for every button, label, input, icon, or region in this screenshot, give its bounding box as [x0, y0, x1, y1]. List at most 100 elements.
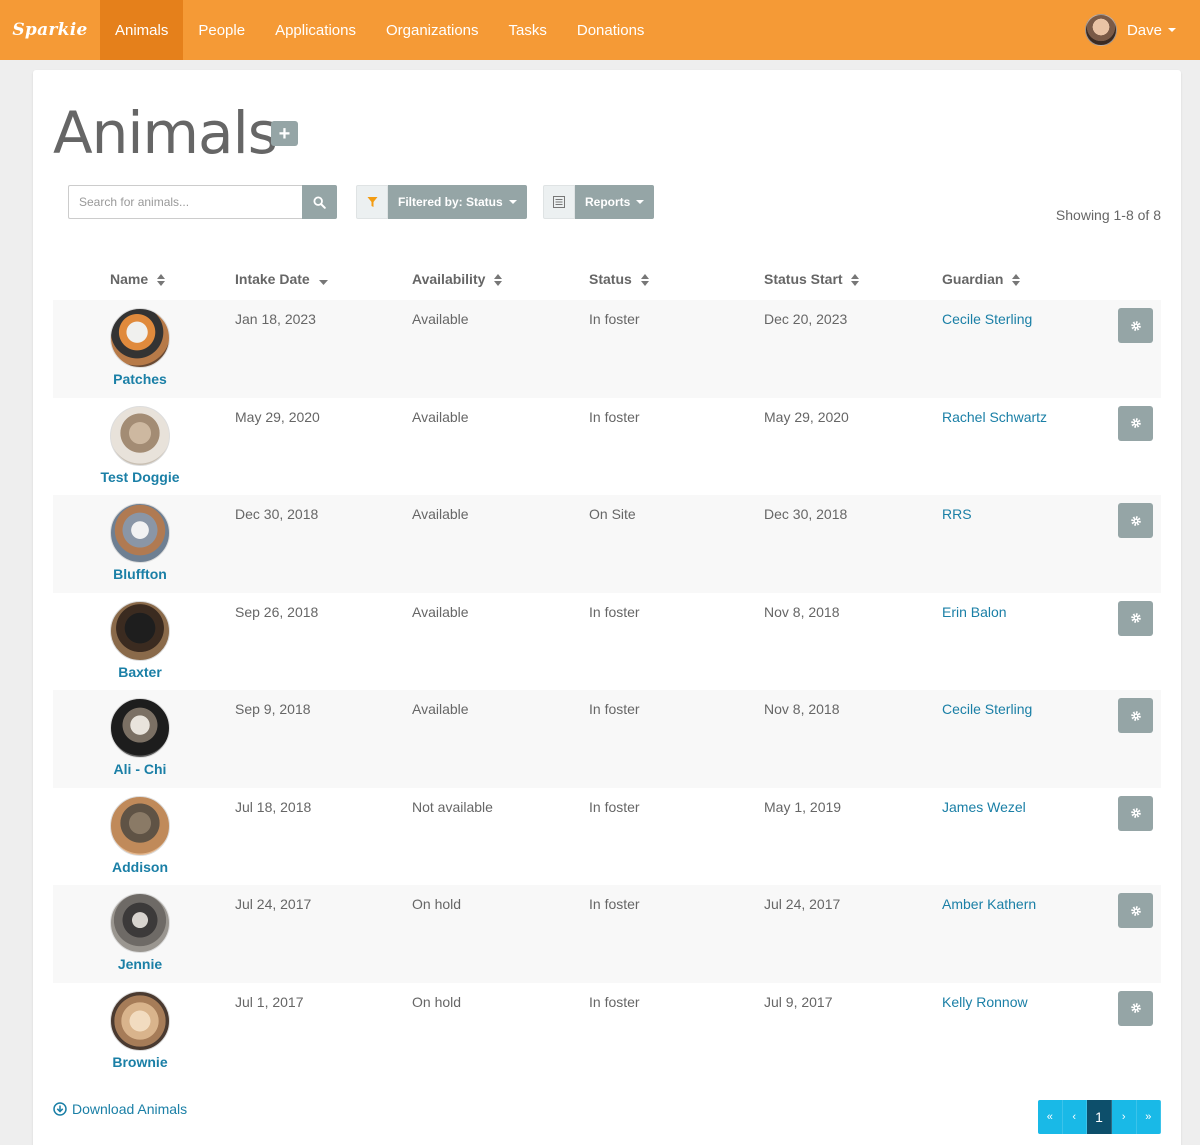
page-prev-button[interactable]: ‹ — [1062, 1100, 1087, 1134]
gear-icon — [1130, 710, 1141, 721]
search-input[interactable] — [68, 185, 302, 219]
guardian-link[interactable]: Rachel Schwartz — [942, 409, 1047, 425]
animal-name-link[interactable]: Addison — [53, 859, 227, 875]
animal-name-link[interactable]: Jennie — [53, 956, 227, 972]
guardian-link[interactable]: Cecile Sterling — [942, 311, 1032, 327]
status: On Site — [589, 506, 636, 522]
status-start: Nov 8, 2018 — [764, 701, 840, 717]
main-panel: Animals + Filtered by: Status — [33, 70, 1181, 1145]
plus-icon: + — [278, 122, 291, 145]
page-next-button[interactable]: › — [1112, 1100, 1137, 1134]
animal-photo[interactable] — [110, 795, 170, 856]
gear-icon — [1130, 1003, 1141, 1013]
reports-icon-cell[interactable] — [543, 185, 575, 219]
guardian-link[interactable]: RRS — [942, 506, 972, 522]
header-guardian[interactable]: Guardian — [942, 271, 1021, 287]
availability: Available — [412, 603, 469, 620]
page-first-button[interactable]: « — [1038, 1100, 1063, 1134]
header-name-label: Name — [110, 271, 149, 287]
animal-name-link[interactable]: Brownie — [53, 1054, 227, 1070]
header-status-start[interactable]: Status Start — [764, 271, 860, 287]
status-start: Dec 20, 2023 — [764, 311, 848, 327]
status: In foster — [589, 896, 640, 912]
gear-icon — [1130, 905, 1141, 916]
intake-date: Dec 30, 2018 — [235, 506, 319, 522]
header-intake-date[interactable]: Intake Date — [235, 271, 328, 287]
header-status-label: Status — [589, 271, 632, 287]
search-button[interactable] — [302, 185, 337, 219]
user-name: Dave — [1126, 21, 1162, 39]
add-animal-button[interactable]: + — [271, 121, 298, 146]
availability: Available — [412, 311, 469, 327]
animal-name-link[interactable]: Test Doggie — [53, 469, 227, 485]
download-animals-link[interactable]: Download Animals — [53, 1101, 187, 1117]
page-last-button[interactable]: » — [1136, 1100, 1161, 1134]
row-settings-button[interactable] — [1118, 795, 1153, 831]
gear-icon — [1130, 613, 1141, 623]
animal-photo[interactable] — [110, 405, 170, 466]
nav-item-people[interactable]: People — [183, 0, 260, 60]
status-start: May 1, 2019 — [764, 798, 842, 815]
animal-photo[interactable] — [110, 893, 170, 953]
nav-item-organizations[interactable]: Organizations — [371, 0, 494, 60]
guardian-link[interactable]: Kelly Ronnow — [942, 994, 1028, 1010]
guardian-link[interactable]: Erin Balon — [942, 604, 1007, 620]
animal-name-link[interactable]: Ali - Chi — [53, 761, 227, 777]
guardian-link[interactable]: James Wezel — [942, 799, 1026, 815]
header-intake-date-label: Intake Date — [235, 271, 310, 287]
availability: Not available — [412, 798, 493, 815]
row-settings-button[interactable] — [1118, 600, 1153, 636]
page-1-button[interactable]: 1 — [1087, 1100, 1112, 1134]
sort-icon — [494, 274, 503, 287]
nav-item-donations[interactable]: Donations — [562, 0, 660, 60]
table-row: Patches Jan 18, 2023 Available In foster… — [53, 300, 1161, 398]
status-start: May 29, 2020 — [764, 408, 849, 425]
animal-photo[interactable] — [110, 503, 170, 563]
row-settings-button[interactable] — [1118, 405, 1153, 441]
intake-date: May 29, 2020 — [235, 408, 320, 425]
sort-icon — [851, 274, 860, 287]
row-settings-button[interactable] — [1118, 308, 1153, 343]
row-settings-button[interactable] — [1118, 698, 1153, 733]
nav-item-animals[interactable]: Animals — [100, 0, 184, 60]
table-header: Name Intake Date Availability Status Sta… — [53, 265, 1161, 295]
page-title: Animals — [53, 99, 278, 167]
search-group — [68, 185, 337, 219]
status-start: Nov 8, 2018 — [764, 603, 840, 620]
header-availability[interactable]: Availability — [412, 271, 503, 287]
intake-date: Jan 18, 2023 — [235, 311, 316, 327]
row-settings-button[interactable] — [1118, 503, 1153, 538]
animal-photo[interactable] — [110, 698, 170, 758]
header-status[interactable]: Status — [589, 271, 649, 287]
user-menu[interactable]: Dave — [1084, 0, 1176, 60]
animal-photo[interactable] — [110, 600, 170, 661]
animal-name-link[interactable]: Baxter — [53, 664, 227, 680]
guardian-link[interactable]: Amber Kathern — [942, 896, 1036, 912]
animal-photo[interactable] — [110, 990, 170, 1051]
gear-icon — [1130, 320, 1141, 331]
table-row: Test Doggie May 29, 2020 Available In fo… — [53, 398, 1161, 496]
availability: Available — [412, 701, 469, 717]
download-icon — [53, 1102, 67, 1116]
chevron-down-icon — [1168, 28, 1176, 32]
header-name[interactable]: Name — [110, 271, 166, 287]
status-start: Jul 9, 2017 — [764, 993, 833, 1010]
guardian-link[interactable]: Cecile Sterling — [942, 701, 1032, 717]
brand-logo[interactable]: Sparkie — [0, 0, 100, 60]
results-count: Showing 1-8 of 8 — [1055, 207, 1161, 223]
row-settings-button[interactable] — [1118, 990, 1153, 1026]
nav-item-applications[interactable]: Applications — [260, 0, 371, 60]
row-settings-button[interactable] — [1118, 893, 1153, 928]
filter-icon-cell[interactable] — [356, 185, 388, 219]
animal-name-link[interactable]: Patches — [53, 371, 227, 387]
animal-photo[interactable] — [110, 308, 170, 368]
availability: On hold — [412, 993, 462, 1010]
table-row: Brownie Jul 1, 2017 On hold In foster Ju… — [53, 983, 1161, 1081]
animal-name-link[interactable]: Bluffton — [53, 566, 227, 582]
filter-dropdown-button[interactable]: Filtered by: Status — [388, 185, 527, 219]
nav-item-tasks[interactable]: Tasks — [494, 0, 562, 60]
status-start: Dec 30, 2018 — [764, 506, 848, 522]
user-avatar — [1084, 14, 1117, 46]
reports-dropdown-button[interactable]: Reports — [575, 185, 655, 219]
status: In foster — [589, 311, 640, 327]
